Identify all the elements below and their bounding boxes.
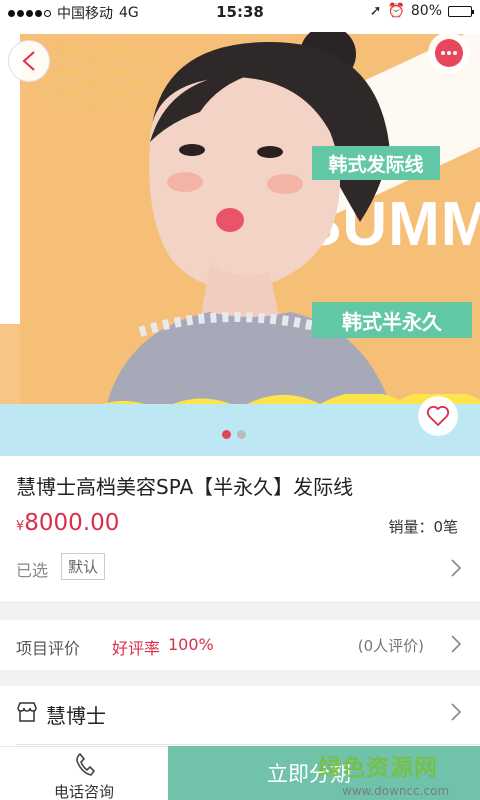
price-value: 8000.00 <box>24 510 120 536</box>
chevron-right-icon <box>451 703 462 721</box>
carousel-indicator[interactable] <box>222 430 246 439</box>
watermark-text: 绿色资源网 <box>318 755 438 781</box>
more-dots-icon <box>435 39 463 67</box>
phone-consult-label: 电话咨询 <box>53 783 114 800</box>
model-photo <box>100 32 400 442</box>
product-image-carousel[interactable]: SUMM 韩式发际线 韩式半永久 <box>0 24 480 456</box>
product-info: 慧博士高档美容SPA【半永久】发际线 ¥8000.00 销量：0笔 已选 默认 <box>0 456 480 602</box>
favorite-button[interactable] <box>418 396 458 436</box>
product-price: ¥8000.00 <box>16 510 119 536</box>
hero-tag-top: 韩式发际线 <box>312 146 440 180</box>
chevron-left-icon <box>22 51 35 71</box>
review-row[interactable]: 项目评价 好评率 100% (0人评价) <box>0 620 480 670</box>
carousel-dot[interactable] <box>237 430 246 439</box>
status-bar: 中国移动 4G 15:38 ➚ ⏰ 80% <box>0 0 480 24</box>
selected-option-label: 已选 <box>16 561 49 580</box>
selected-option-value[interactable]: 默认 <box>61 553 106 580</box>
heart-icon <box>426 405 450 427</box>
more-button[interactable] <box>428 32 470 74</box>
store-row[interactable]: 慧博士 <box>0 686 480 746</box>
location-icon: ➚ <box>369 3 382 19</box>
phone-consult-button[interactable]: 电话咨询 <box>0 746 168 800</box>
review-count: (0人评价) <box>357 637 424 655</box>
status-right: ➚ ⏰ 80% <box>369 3 474 19</box>
chevron-right-icon <box>451 635 462 653</box>
positive-rate-value: 100% <box>168 635 214 654</box>
watermark-url: www.downcc.com <box>342 784 450 798</box>
product-title: 慧博士高档美容SPA【半永久】发际线 <box>16 475 354 499</box>
battery-percent: 80% <box>410 3 442 19</box>
review-label: 项目评价 <box>16 639 81 658</box>
alarm-icon: ⏰ <box>387 3 405 19</box>
back-button[interactable] <box>8 40 50 82</box>
store-name: 慧博士 <box>46 704 106 728</box>
chevron-right-icon[interactable] <box>450 558 462 578</box>
hero-tag-bottom: 韩式半永久 <box>312 302 472 338</box>
carousel-dot[interactable] <box>222 430 231 439</box>
watermark: 绿色资源网 www.downcc.com <box>318 748 468 798</box>
store-divider <box>16 744 480 745</box>
positive-rate-label: 好评率 <box>112 639 161 658</box>
sales-count: 销量：0笔 <box>388 518 458 536</box>
battery-icon <box>448 5 474 17</box>
section-divider <box>0 602 480 603</box>
phone-icon <box>76 752 96 776</box>
store-icon <box>17 702 37 722</box>
